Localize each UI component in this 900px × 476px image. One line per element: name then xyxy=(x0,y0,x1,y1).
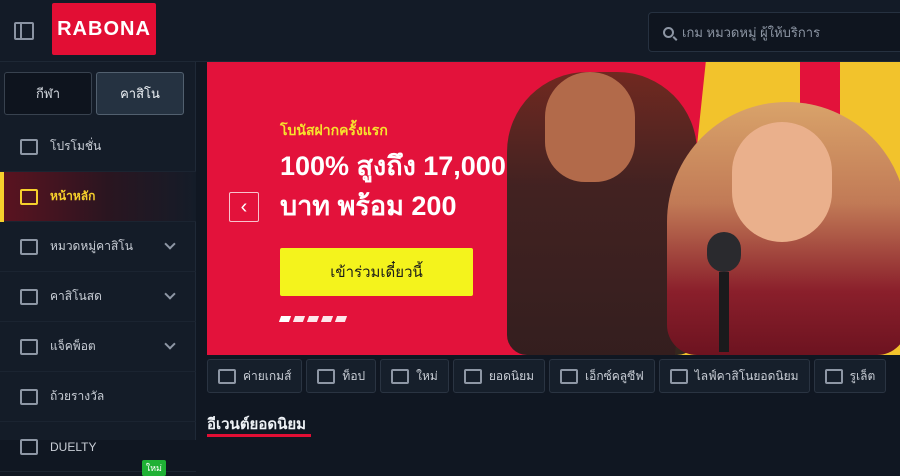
section-underline xyxy=(207,434,311,437)
category-exclusive[interactable]: เอ็กซ์คลูซีฟ xyxy=(549,359,655,393)
category-bar: ค่ายเกมส์ ท็อป ใหม่ ยอดนิยม เอ็กซ์คลูซีฟ… xyxy=(207,359,900,395)
promo-kicker: โบนัสฝากครั้งแรก xyxy=(280,122,388,138)
sidebar-item-label: แจ็คพ็อต xyxy=(50,339,96,353)
promo-title: 100% สูงถึง 17,000 บาท พร้อม 200 xyxy=(280,151,506,221)
star-icon xyxy=(391,368,410,384)
category-popular-live[interactable]: ไลฟ์คาสิโนยอดนิยม xyxy=(658,359,810,393)
sport-casino-switch: กีฬา คาสิโน xyxy=(4,72,184,115)
search-box[interactable]: เกม หมวดหมู่ ผู้ให้บริการ xyxy=(648,12,900,52)
categories-icon xyxy=(20,238,38,255)
sidebar-item-casino-categories[interactable]: หมวดหมู่คาสิโน xyxy=(0,222,196,272)
carousel-prev-button[interactable]: ‹ xyxy=(229,192,259,222)
tab-sport[interactable]: กีฬา xyxy=(4,72,92,115)
carousel-dot[interactable] xyxy=(292,316,306,322)
search-icon xyxy=(663,26,674,38)
hero-banner[interactable]: โบนัสฝากครั้งแรก 100% สูงถึง 17,000 บาท … xyxy=(207,62,900,355)
menu-toggle-icon[interactable] xyxy=(14,22,34,40)
category-label: รูเล็ต xyxy=(849,368,876,383)
join-now-button[interactable]: เข้าร่วมเดี๋ยวนี้ xyxy=(280,248,473,296)
logo[interactable]: RABONA xyxy=(52,3,156,55)
category-label: ใหม่ xyxy=(416,368,438,383)
crown-live-icon xyxy=(669,368,688,384)
sidebar-item-label: หมวดหมู่คาสิโน xyxy=(50,239,133,253)
tab-casino[interactable]: คาสิโน xyxy=(96,72,184,115)
category-label: ยอดนิยม xyxy=(488,368,535,383)
folder-icon xyxy=(218,368,236,384)
section-title: อีเวนต์ยอดนิยม xyxy=(207,416,307,433)
gift-icon xyxy=(20,138,38,155)
microphone-icon xyxy=(707,232,741,352)
jackpot-icon xyxy=(20,338,38,355)
carousel-dot[interactable] xyxy=(306,316,320,322)
gem-icon xyxy=(560,368,579,384)
chevron-down-icon xyxy=(164,288,176,300)
hero-man-head xyxy=(545,72,635,182)
carousel-dot[interactable] xyxy=(334,316,348,322)
home-icon xyxy=(20,188,38,205)
category-new[interactable]: ใหม่ xyxy=(380,359,449,393)
chevron-down-icon xyxy=(164,338,176,350)
carousel-dots xyxy=(278,316,348,322)
carousel-dot[interactable] xyxy=(278,316,292,322)
flame-icon xyxy=(463,368,482,384)
category-label: ไลฟ์คาสิโนยอดนิยม xyxy=(694,368,799,383)
sidebar-item-promotions[interactable]: โปรโมชั่น xyxy=(0,122,196,172)
live-cards-icon xyxy=(20,288,38,305)
sidebar-item-jackpot[interactable]: แจ็คพ็อต xyxy=(0,322,196,372)
sidebar-item-label: DUELTY xyxy=(50,439,97,454)
sidebar-item-home[interactable]: หน้าหลัก xyxy=(0,172,196,222)
search-placeholder: เกม หมวดหมู่ ผู้ให้บริการ xyxy=(682,24,821,40)
roulette-icon xyxy=(824,368,843,384)
sidebar-item-live-casino[interactable]: คาสิโนสด xyxy=(0,272,196,322)
category-label: เอ็กซ์คลูซีฟ xyxy=(585,368,644,383)
sidebar: กีฬา คาสิโน โปรโมชั่น หน้าหลัก หมวดหมู่ค… xyxy=(0,62,196,476)
new-badge: ใหม่ xyxy=(141,460,166,476)
sidebar-item-label: หน้าหลัก xyxy=(50,189,96,203)
trophy-icon xyxy=(20,388,38,405)
category-providers[interactable]: ค่ายเกมส์ xyxy=(207,359,303,393)
chevron-down-icon xyxy=(164,238,176,250)
hero-woman-face xyxy=(732,122,832,242)
sidebar-item-label: ถ้วยรางวัล xyxy=(50,389,105,403)
top-bar: RABONA เกม หมวดหมู่ ผู้ให้บริการ xyxy=(0,0,900,62)
sidebar-item-label: คาสิโนสด xyxy=(50,289,102,303)
sidebar-item-trophies[interactable]: ถ้วยรางวัล xyxy=(0,372,196,422)
category-popular[interactable]: ยอดนิยม xyxy=(452,359,546,393)
category-top[interactable]: ท็อป xyxy=(306,359,377,393)
category-label: ท็อป xyxy=(342,368,366,383)
sidebar-item-duelty[interactable]: DUELTY ใหม่ xyxy=(0,422,196,476)
duel-icon xyxy=(20,438,38,455)
carousel-dot[interactable] xyxy=(320,316,334,322)
category-roulette[interactable]: รูเล็ต xyxy=(813,359,887,393)
sidebar-nav: โปรโมชั่น หน้าหลัก หมวดหมู่คาสิโน คาสิโน… xyxy=(0,122,196,476)
crown-icon xyxy=(317,368,336,384)
category-label: ค่ายเกมส์ xyxy=(243,368,292,383)
sidebar-item-label: โปรโมชั่น xyxy=(50,139,102,153)
